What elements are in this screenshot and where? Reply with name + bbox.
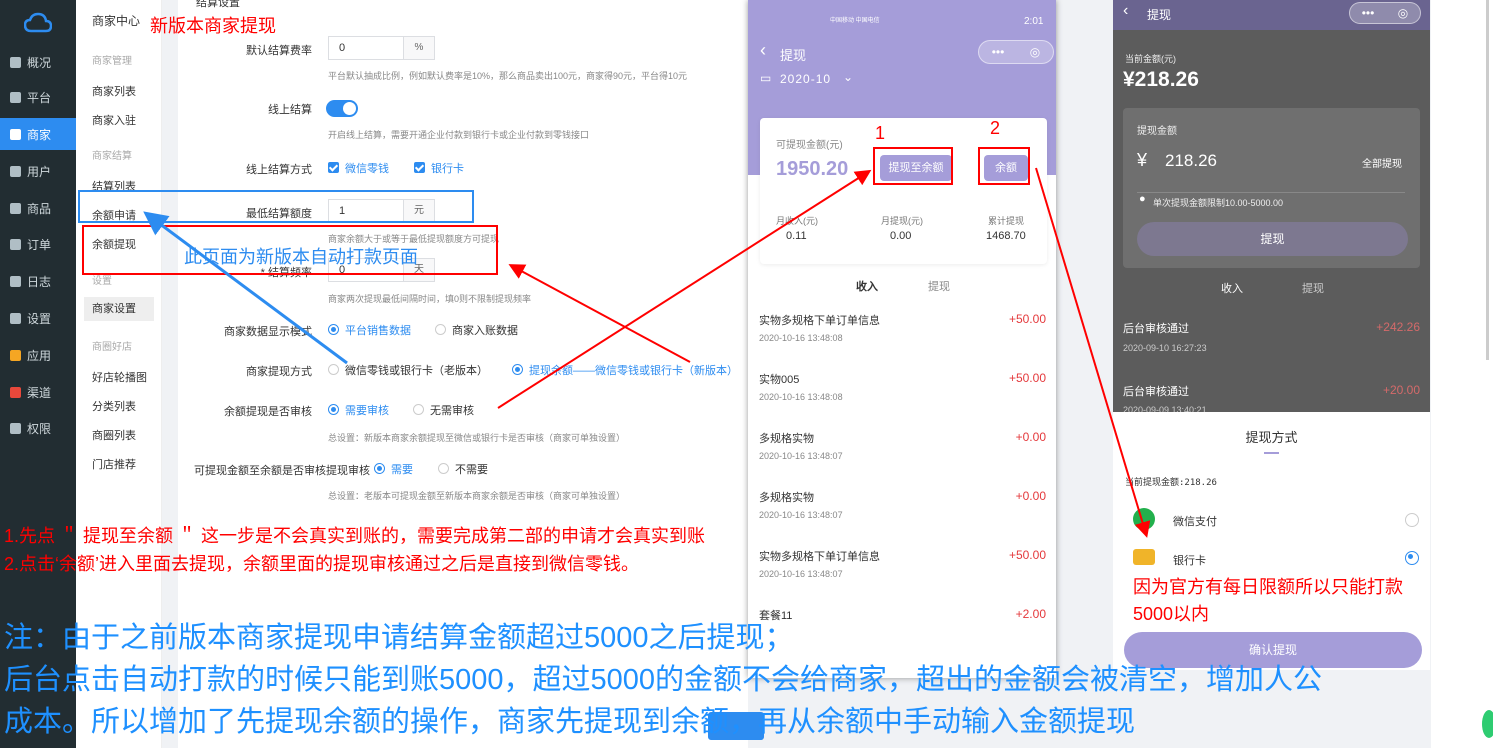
arrow-red bbox=[508, 264, 691, 363]
annotation-note1: 注：由于之前版本商家提现申请结算金额超过5000之后提现； bbox=[4, 622, 794, 654]
annotation-note2: 后台点击自动打款的时候只能到账5000，超过5000的金额不会给商家，超出的金额… bbox=[4, 664, 1323, 696]
annotation-note3: 成本。所以增加了先提现余额的操作，商家先提现到余额，再从余额中手动输入金额提现 bbox=[4, 706, 1136, 738]
annotation-step1: 1.先点 ＂ 提现至余额 ＂ 这一步是不会真实到账的，需要完成第二部的申请才会真… bbox=[4, 526, 706, 546]
annotation-limit2: 5000以内 bbox=[1133, 604, 1210, 624]
arrow-blue bbox=[143, 211, 348, 365]
arrow-red bbox=[1035, 167, 1151, 538]
annotation-step2: 2.点击‘余额’进入里面去提现，余额里面的提现审核通过之后是直接到微信零钱。 bbox=[4, 554, 640, 574]
arrow-red bbox=[497, 169, 872, 409]
annotation-limit1: 因为官方有每日限额所以只能打款 bbox=[1133, 577, 1403, 597]
